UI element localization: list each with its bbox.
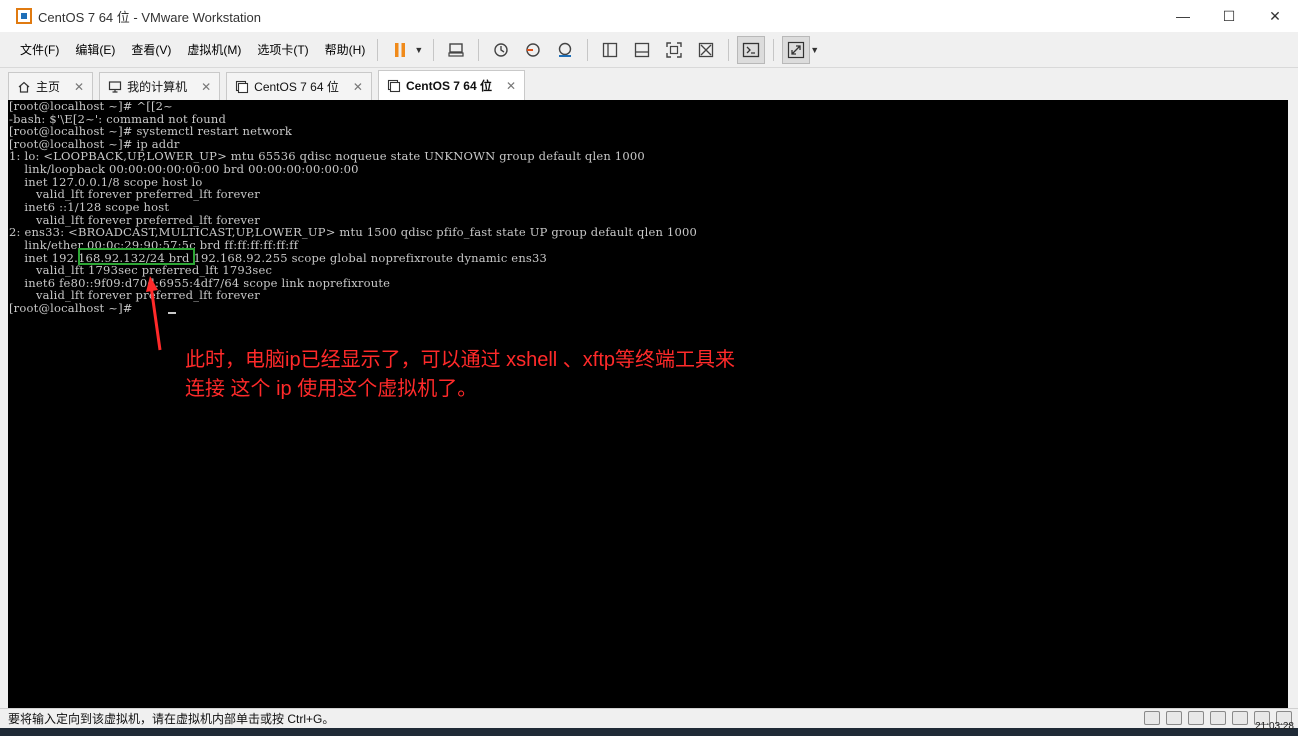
- terminal-line: valid_lft 1793sec preferred_lft 1793sec: [9, 263, 273, 277]
- pause-icon[interactable]: [386, 36, 414, 64]
- annotation-line-1: 此时，电脑ip已经显示了，可以通过 xshell 、xftp等终端工具来: [185, 349, 736, 371]
- send-keys-icon[interactable]: [442, 36, 470, 64]
- menu-vm[interactable]: 虚拟机(M): [181, 38, 247, 62]
- terminal-line: [root@localhost ~]# systemctl restart ne…: [9, 124, 293, 138]
- snapshot-icon[interactable]: [487, 36, 515, 64]
- window-controls: — ☐ ✕: [1160, 0, 1298, 32]
- thumbnail-icon[interactable]: [628, 36, 656, 64]
- terminal-line: inet6 ::1/128 scope host: [9, 200, 170, 214]
- home-icon: [18, 81, 30, 93]
- red-arrow-icon: [146, 276, 162, 351]
- close-icon[interactable]: ✕: [201, 80, 211, 94]
- console-icon[interactable]: [737, 35, 766, 64]
- terminal-line: [root@localhost ~]# ^[[2~: [9, 100, 174, 113]
- hard-disk-icon[interactable]: [1144, 711, 1160, 725]
- cd-drive-icon[interactable]: [1166, 711, 1182, 725]
- taskbar: [0, 728, 1298, 736]
- close-icon[interactable]: ✕: [506, 79, 516, 93]
- status-bar: 要将输入定向到该虚拟机，请在虚拟机内部单击或按 Ctrl+G。: [0, 708, 1298, 728]
- terminal-cursor: [168, 312, 176, 314]
- terminal-line: valid_lft forever preferred_lft forever: [9, 187, 260, 201]
- taskbar-clock: 21:03:28: [1255, 721, 1294, 732]
- sound-icon[interactable]: [1232, 711, 1248, 725]
- menu-view[interactable]: 查看(V): [125, 38, 177, 62]
- tab-label: CentOS 7 64 位: [405, 79, 492, 93]
- library-icon[interactable]: [596, 36, 624, 64]
- toolbar-separator: [377, 38, 379, 61]
- tab-label: CentOS 7 64 位: [254, 80, 339, 94]
- menu-edit[interactable]: 编辑(E): [69, 38, 121, 62]
- stretch-icon[interactable]: [782, 35, 811, 64]
- terminal-line: valid_lft forever preferred_lft forever: [9, 288, 260, 302]
- toolbar-separator: [478, 38, 480, 61]
- revert-snapshot-icon[interactable]: [519, 36, 547, 64]
- network-adapter-icon[interactable]: [1188, 711, 1204, 725]
- status-text: 要将输入定向到该虚拟机，请在虚拟机内部单击或按 Ctrl+G。: [8, 712, 335, 726]
- title-bar: CentOS 7 64 位 - VMware Workstation — ☐ ✕: [0, 0, 1298, 32]
- tab-label: 主页: [36, 80, 61, 94]
- left-edge: [0, 100, 8, 708]
- tab-home[interactable]: 主页 ✕: [8, 72, 94, 100]
- terminal-line: [root@localhost ~]#: [9, 301, 137, 315]
- tab-label: 我的计算机: [127, 80, 188, 94]
- vmware-window: CentOS 7 64 位 - VMware Workstation — ☐ ✕…: [0, 0, 1298, 736]
- snapshot-manager-icon[interactable]: [551, 36, 579, 64]
- vmware-logo-icon: [16, 8, 32, 24]
- toolbar-separator: [728, 38, 730, 61]
- ip-highlight-box: [78, 248, 195, 265]
- right-edge: [1288, 100, 1298, 708]
- menu-file[interactable]: 文件(F): [14, 38, 65, 62]
- stretch-dropdown-icon[interactable]: ▼: [810, 45, 819, 55]
- toolbar-separator: [433, 38, 435, 61]
- vm-console[interactable]: [root@localhost ~]# ^[[2~ -bash: $'\E[2~…: [8, 100, 1288, 708]
- menu-help[interactable]: 帮助(H): [319, 38, 372, 62]
- vm-icon: [236, 80, 249, 93]
- pause-dropdown-icon[interactable]: ▼: [414, 45, 423, 55]
- menu-toolbar: 文件(F) 编辑(E) 查看(V) 虚拟机(M) 选项卡(T) 帮助(H) ▼: [0, 32, 1298, 68]
- toolbar-separator: [587, 38, 589, 61]
- usb-icon[interactable]: [1210, 711, 1226, 725]
- vm-icon: [387, 79, 400, 92]
- toolbar-separator: [773, 38, 775, 61]
- terminal-line: 1: lo: <LOOPBACK,UP,LOWER_UP> mtu 65536 …: [9, 149, 645, 163]
- minimize-button[interactable]: —: [1160, 0, 1206, 32]
- close-button[interactable]: ✕: [1252, 0, 1298, 32]
- tab-my-computer[interactable]: 我的计算机 ✕: [99, 72, 221, 100]
- tab-centos-active[interactable]: CentOS 7 64 位 ✕: [377, 70, 526, 100]
- unity-icon[interactable]: [692, 36, 720, 64]
- tab-centos-1[interactable]: CentOS 7 64 位 ✕: [226, 72, 372, 100]
- close-icon[interactable]: ✕: [353, 80, 363, 94]
- window-title: CentOS 7 64 位 - VMware Workstation: [38, 9, 262, 25]
- maximize-button[interactable]: ☐: [1206, 0, 1252, 32]
- tab-strip: 主页 ✕ 我的计算机 ✕ CentOS 7 64 位 ✕ CentOS 7 64…: [8, 70, 1288, 100]
- close-icon[interactable]: ✕: [74, 80, 84, 94]
- terminal-line: 2: ens33: <BROADCAST,MULTICAST,UP,LOWER_…: [9, 225, 697, 239]
- fullscreen-icon[interactable]: [660, 36, 688, 64]
- menu-tabs[interactable]: 选项卡(T): [251, 38, 314, 62]
- terminal-line: link/loopback 00:00:00:00:00:00 brd 00:0…: [9, 162, 359, 176]
- computer-icon: [108, 80, 122, 93]
- annotation-line-2: 连接 这个 ip 使用这个虚拟机了。: [185, 378, 478, 400]
